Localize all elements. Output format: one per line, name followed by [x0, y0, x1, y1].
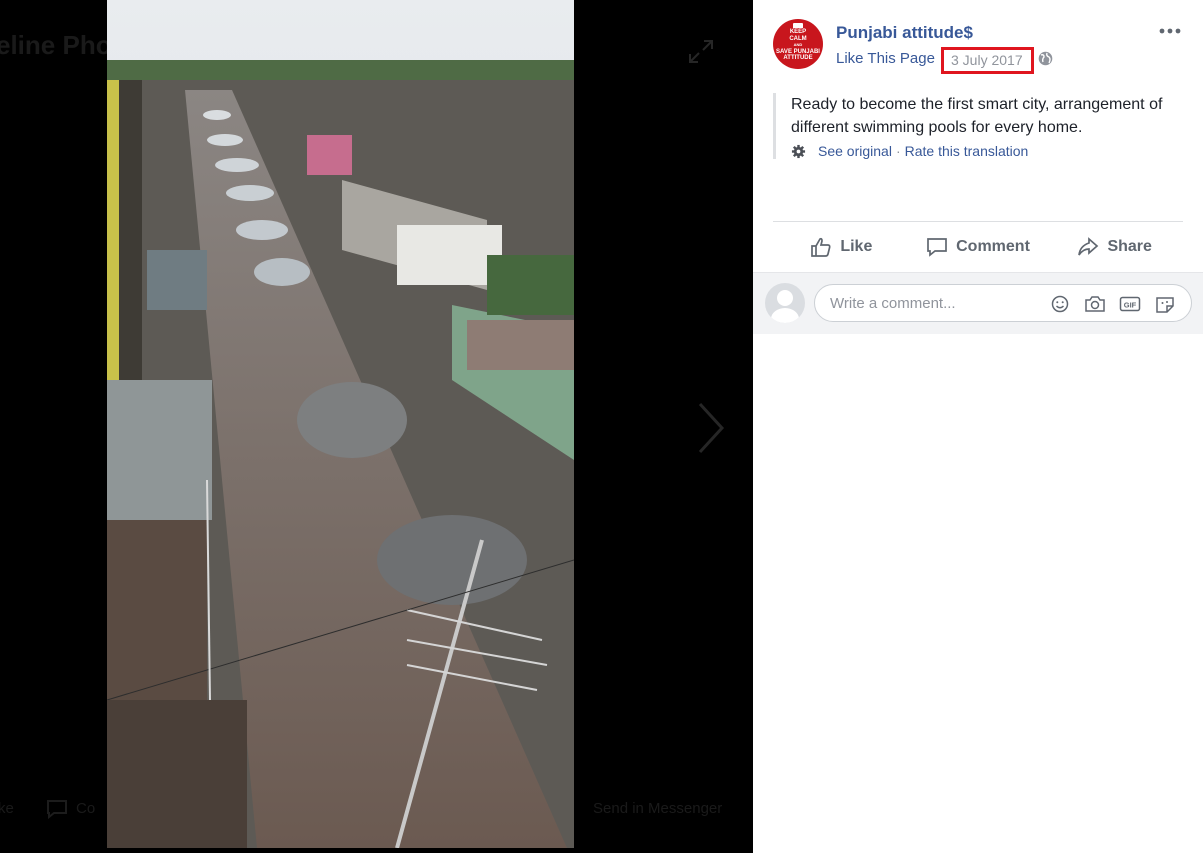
divider [773, 221, 1183, 222]
next-arrow-icon[interactable] [694, 400, 728, 456]
photo-viewer: eline Pho ke Co Send in Messenger [0, 0, 753, 853]
like-label: Like [840, 238, 873, 255]
comment-label: Comment [956, 238, 1030, 255]
gif-icon[interactable]: GIF [1119, 295, 1141, 313]
default-avatar-icon [771, 290, 799, 323]
share-arrow-icon [1078, 237, 1099, 256]
see-original-link[interactable]: See original [818, 143, 892, 159]
comment-icon [47, 800, 67, 819]
camera-icon[interactable] [1084, 295, 1106, 313]
share-label: Share [1107, 238, 1152, 255]
page-name-link[interactable]: Punjabi attitude$ [836, 23, 973, 43]
viewer-action-bar: ke Co Send in Messenger [0, 795, 753, 825]
page-avatar[interactable]: KEEP CALM AND SAVE PUNJABI ATTITUDE [773, 19, 823, 69]
like-this-page-link[interactable]: Like This Page [836, 50, 935, 67]
more-options-icon[interactable] [1158, 24, 1182, 38]
gear-icon [791, 144, 806, 158]
post-details-panel: KEEP CALM AND SAVE PUNJABI ATTITUDE Punj… [753, 0, 1203, 853]
comment-button[interactable]: Comment [910, 223, 1047, 271]
post-body: Ready to become the first smart city, ar… [773, 93, 1201, 159]
globe-icon [1038, 51, 1053, 66]
comment-icon [927, 238, 947, 257]
crown-icon [793, 23, 803, 28]
viewer-comment-button[interactable]: Co [76, 800, 95, 817]
comment-composer: GIF [753, 272, 1203, 334]
viewer-like-button[interactable]: ke [0, 800, 14, 817]
post-text: Ready to become the first smart city, ar… [791, 96, 1163, 136]
post-photo[interactable] [107, 0, 574, 848]
emoji-icon[interactable] [1049, 295, 1071, 313]
svg-text:GIF: GIF [1124, 300, 1137, 309]
expand-icon[interactable] [686, 36, 716, 66]
thumbs-up-icon [811, 237, 831, 257]
user-avatar[interactable] [765, 283, 805, 323]
translation-bar: See original · Rate this translation [791, 143, 1201, 159]
send-in-messenger-button[interactable]: Send in Messenger [593, 800, 722, 817]
share-button[interactable]: Share [1046, 223, 1183, 271]
sticker-icon[interactable] [1154, 295, 1176, 313]
album-title: eline Pho [0, 30, 112, 60]
post-action-bar: Like Comment Share [773, 223, 1183, 271]
separator-dot: · [895, 143, 901, 159]
rate-translation-link[interactable]: Rate this translation [905, 143, 1029, 159]
post-timestamp[interactable]: 3 July 2017 [941, 47, 1034, 74]
like-button[interactable]: Like [773, 223, 910, 271]
comment-input-icons: GIF [1049, 295, 1176, 313]
